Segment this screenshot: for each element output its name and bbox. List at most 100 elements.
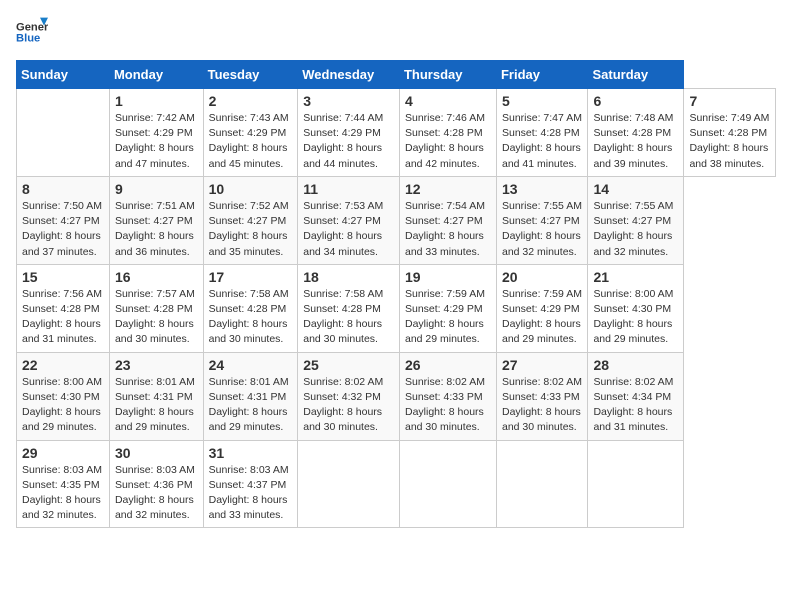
day-cell: 6Sunrise: 7:48 AMSunset: 4:28 PMDaylight… (588, 89, 684, 177)
day-number: 7 (689, 93, 770, 109)
calendar-week-row: 8 Sunrise: 7:50 AMSunset: 4:27 PMDaylight… (17, 176, 776, 264)
day-cell: 10 Sunrise: 7:52 AMSunset: 4:27 PMDayligh… (203, 176, 298, 264)
empty-cell (588, 440, 684, 528)
day-number: 9 (115, 181, 198, 197)
col-header-friday: Friday (496, 61, 587, 89)
day-number: 26 (405, 357, 491, 373)
day-detail: Sunrise: 7:42 AMSunset: 4:29 PMDaylight:… (115, 111, 198, 172)
day-detail: Sunrise: 7:56 AMSunset: 4:28 PMDaylight:… (22, 287, 104, 348)
day-cell: 19 Sunrise: 7:59 AMSunset: 4:29 PMDayligh… (399, 264, 496, 352)
col-header-wednesday: Wednesday (298, 61, 400, 89)
day-cell: 3 Sunrise: 7:44 AMSunset: 4:29 PMDaylight… (298, 89, 400, 177)
day-cell: 31Sunrise: 8:03 AMSunset: 4:37 PMDayligh… (203, 440, 298, 528)
day-cell: 12Sunrise: 7:54 AMSunset: 4:27 PMDayligh… (399, 176, 496, 264)
day-cell: 20Sunrise: 7:59 AMSunset: 4:29 PMDayligh… (496, 264, 587, 352)
calendar-week-row: 29Sunrise: 8:03 AMSunset: 4:35 PMDayligh… (17, 440, 776, 528)
day-number: 5 (502, 93, 582, 109)
day-detail: Sunrise: 8:02 AMSunset: 4:32 PMDaylight:… (303, 375, 394, 436)
day-number: 19 (405, 269, 491, 285)
day-detail: Sunrise: 7:59 AMSunset: 4:29 PMDaylight:… (502, 287, 582, 348)
day-detail: Sunrise: 7:58 AMSunset: 4:28 PMDaylight:… (303, 287, 394, 348)
col-header-thursday: Thursday (399, 61, 496, 89)
day-number: 15 (22, 269, 104, 285)
day-cell: 21 Sunrise: 8:00 AMSunset: 4:30 PMDayligh… (588, 264, 684, 352)
day-cell: 11 Sunrise: 7:53 AMSunset: 4:27 PMDayligh… (298, 176, 400, 264)
calendar-header-row: SundayMondayTuesdayWednesdayThursdayFrid… (17, 61, 776, 89)
svg-text:Blue: Blue (16, 33, 40, 45)
day-detail: Sunrise: 7:49 AMSunset: 4:28 PMDaylight:… (689, 111, 770, 172)
day-cell: 24Sunrise: 8:01 AMSunset: 4:31 PMDayligh… (203, 352, 298, 440)
day-cell: 9 Sunrise: 7:51 AMSunset: 4:27 PMDaylight… (109, 176, 203, 264)
day-detail: Sunrise: 7:59 AMSunset: 4:29 PMDaylight:… (405, 287, 491, 348)
calendar-week-row: 15 Sunrise: 7:56 AMSunset: 4:28 PMDayligh… (17, 264, 776, 352)
day-cell: 1 Sunrise: 7:42 AMSunset: 4:29 PMDaylight… (109, 89, 203, 177)
day-detail: Sunrise: 7:52 AMSunset: 4:27 PMDaylight:… (209, 199, 293, 260)
day-number: 14 (593, 181, 678, 197)
day-number: 29 (22, 445, 104, 461)
day-cell: 5 Sunrise: 7:47 AMSunset: 4:28 PMDaylight… (496, 89, 587, 177)
day-number: 27 (502, 357, 582, 373)
day-detail: Sunrise: 7:50 AMSunset: 4:27 PMDaylight:… (22, 199, 104, 260)
day-number: 4 (405, 93, 491, 109)
day-detail: Sunrise: 7:48 AMSunset: 4:28 PMDaylight:… (593, 111, 678, 172)
day-detail: Sunrise: 8:00 AMSunset: 4:30 PMDaylight:… (593, 287, 678, 348)
day-number: 25 (303, 357, 394, 373)
day-number: 28 (593, 357, 678, 373)
day-number: 8 (22, 181, 104, 197)
day-cell: 14 Sunrise: 7:55 AMSunset: 4:27 PMDayligh… (588, 176, 684, 264)
empty-cell (399, 440, 496, 528)
day-detail: Sunrise: 8:01 AMSunset: 4:31 PMDaylight:… (115, 375, 198, 436)
col-header-sunday: Sunday (17, 61, 110, 89)
day-detail: Sunrise: 8:02 AMSunset: 4:34 PMDaylight:… (593, 375, 678, 436)
day-detail: Sunrise: 8:00 AMSunset: 4:30 PMDaylight:… (22, 375, 104, 436)
day-cell: 18 Sunrise: 7:58 AMSunset: 4:28 PMDayligh… (298, 264, 400, 352)
day-cell: 7 Sunrise: 7:49 AMSunset: 4:28 PMDaylight… (684, 89, 776, 177)
day-detail: Sunrise: 8:01 AMSunset: 4:31 PMDaylight:… (209, 375, 293, 436)
day-number: 18 (303, 269, 394, 285)
day-detail: Sunrise: 7:55 AMSunset: 4:27 PMDaylight:… (593, 199, 678, 260)
day-number: 2 (209, 93, 293, 109)
day-number: 17 (209, 269, 293, 285)
day-detail: Sunrise: 7:53 AMSunset: 4:27 PMDaylight:… (303, 199, 394, 260)
day-number: 11 (303, 181, 394, 197)
logo: General Blue (16, 16, 50, 48)
col-header-tuesday: Tuesday (203, 61, 298, 89)
day-detail: Sunrise: 7:46 AMSunset: 4:28 PMDaylight:… (405, 111, 491, 172)
day-number: 13 (502, 181, 582, 197)
day-number: 16 (115, 269, 198, 285)
day-detail: Sunrise: 8:02 AMSunset: 4:33 PMDaylight:… (405, 375, 491, 436)
day-number: 10 (209, 181, 293, 197)
day-number: 1 (115, 93, 198, 109)
page-header: General Blue (16, 16, 776, 48)
day-number: 3 (303, 93, 394, 109)
day-number: 31 (209, 445, 293, 461)
day-cell: 8 Sunrise: 7:50 AMSunset: 4:27 PMDaylight… (17, 176, 110, 264)
empty-cell (298, 440, 400, 528)
day-number: 12 (405, 181, 491, 197)
day-number: 23 (115, 357, 198, 373)
day-detail: Sunrise: 8:03 AMSunset: 4:36 PMDaylight:… (115, 463, 198, 524)
day-detail: Sunrise: 7:58 AMSunset: 4:28 PMDaylight:… (209, 287, 293, 348)
col-header-saturday: Saturday (588, 61, 684, 89)
empty-cell (496, 440, 587, 528)
day-cell: 2 Sunrise: 7:43 AMSunset: 4:29 PMDaylight… (203, 89, 298, 177)
day-number: 30 (115, 445, 198, 461)
day-number: 21 (593, 269, 678, 285)
day-cell: 30 Sunrise: 8:03 AMSunset: 4:36 PMDayligh… (109, 440, 203, 528)
day-cell: 22 Sunrise: 8:00 AMSunset: 4:30 PMDayligh… (17, 352, 110, 440)
day-cell: 16 Sunrise: 7:57 AMSunset: 4:28 PMDayligh… (109, 264, 203, 352)
day-cell: 29Sunrise: 8:03 AMSunset: 4:35 PMDayligh… (17, 440, 110, 528)
day-cell: 28 Sunrise: 8:02 AMSunset: 4:34 PMDayligh… (588, 352, 684, 440)
day-detail: Sunrise: 7:44 AMSunset: 4:29 PMDaylight:… (303, 111, 394, 172)
day-cell: 27Sunrise: 8:02 AMSunset: 4:33 PMDayligh… (496, 352, 587, 440)
empty-cell (17, 89, 110, 177)
day-detail: Sunrise: 7:51 AMSunset: 4:27 PMDaylight:… (115, 199, 198, 260)
day-cell: 26 Sunrise: 8:02 AMSunset: 4:33 PMDayligh… (399, 352, 496, 440)
day-detail: Sunrise: 7:57 AMSunset: 4:28 PMDaylight:… (115, 287, 198, 348)
day-cell: 23 Sunrise: 8:01 AMSunset: 4:31 PMDayligh… (109, 352, 203, 440)
col-header-monday: Monday (109, 61, 203, 89)
day-cell: 25 Sunrise: 8:02 AMSunset: 4:32 PMDayligh… (298, 352, 400, 440)
day-detail: Sunrise: 7:43 AMSunset: 4:29 PMDaylight:… (209, 111, 293, 172)
day-number: 22 (22, 357, 104, 373)
day-detail: Sunrise: 7:47 AMSunset: 4:28 PMDaylight:… (502, 111, 582, 172)
